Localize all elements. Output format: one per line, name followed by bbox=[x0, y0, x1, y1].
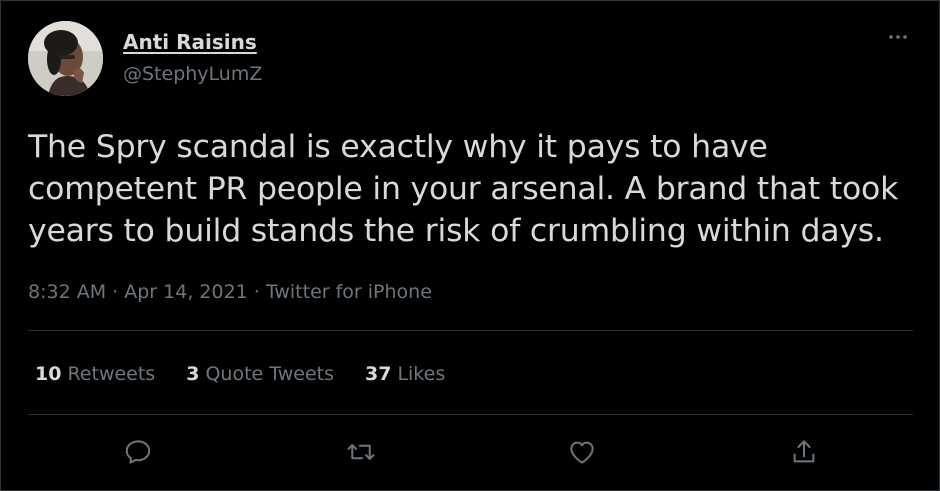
quote-tweets-stat[interactable]: 3 Quote Tweets bbox=[186, 363, 334, 385]
meta-separator: · bbox=[247, 281, 266, 303]
author-name[interactable]: Anti Raisins bbox=[123, 30, 257, 54]
tweet-text: The Spry scandal is exactly why it pays … bbox=[28, 129, 899, 249]
more-options-button[interactable] bbox=[883, 27, 913, 47]
likes-stat[interactable]: 37 Likes bbox=[365, 363, 445, 385]
retweet-icon bbox=[347, 444, 375, 460]
tweet-meta: 8:32 AM · Apr 14, 2021 · Twitter for iPh… bbox=[28, 281, 432, 303]
tweet-stats: 10 Retweets 3 Quote Tweets 37 Likes bbox=[35, 363, 476, 385]
avatar-image bbox=[28, 21, 103, 96]
likes-label: Likes bbox=[397, 363, 446, 385]
quote-tweets-label: Quote Tweets bbox=[205, 363, 334, 385]
like-button[interactable] bbox=[565, 435, 599, 469]
tweet-date[interactable]: Apr 14, 2021 bbox=[124, 281, 248, 303]
author-handle[interactable]: @StephyLumZ bbox=[123, 63, 262, 85]
share-icon bbox=[793, 440, 815, 463]
avatar[interactable] bbox=[28, 21, 103, 96]
reply-button[interactable] bbox=[121, 435, 155, 469]
tweet-source[interactable]: Twitter for iPhone bbox=[266, 281, 432, 303]
retweets-label: Retweets bbox=[67, 363, 156, 385]
tweet-card: Anti Raisins @StephyLumZ The Spry scanda… bbox=[0, 0, 940, 491]
retweets-count: 10 bbox=[35, 363, 62, 385]
meta-separator: · bbox=[106, 281, 125, 303]
like-heart-icon bbox=[570, 441, 594, 464]
likes-count: 37 bbox=[364, 363, 392, 385]
tweet-time[interactable]: 8:32 AM bbox=[28, 281, 106, 303]
divider bbox=[28, 414, 913, 415]
more-horizontal-icon bbox=[889, 35, 907, 39]
reply-icon bbox=[125, 440, 151, 464]
quote-tweets-count: 3 bbox=[186, 363, 200, 385]
share-button[interactable] bbox=[787, 435, 821, 469]
retweets-stat[interactable]: 10 Retweets bbox=[35, 363, 155, 385]
divider bbox=[28, 330, 913, 331]
retweet-button[interactable] bbox=[344, 435, 378, 469]
